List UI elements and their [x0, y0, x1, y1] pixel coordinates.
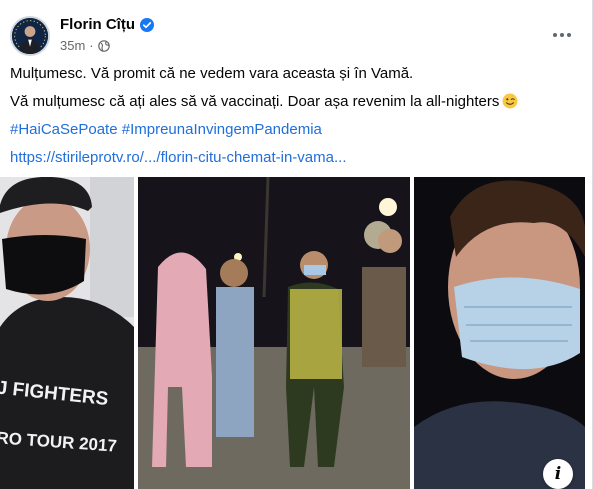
post-text-line-1: Mulțumesc. Vă promit că ne vedem vara ac…: [10, 65, 414, 82]
post-text-line-2-text: Vă mulțumesc că ați ales să vă vaccinați…: [10, 93, 500, 110]
hashtag-link-2[interactable]: #ImpreunaInvingemPandemia: [122, 121, 322, 138]
article-link[interactable]: https://stirileprotv.ro/.../florin-citu-…: [10, 149, 346, 166]
article-link-line: https://stirileprotv.ro/.../florin-citu-…: [10, 148, 585, 176]
meta-separator: ·: [89, 38, 94, 53]
globe-icon: [97, 39, 110, 52]
info-icon[interactable]: i: [543, 459, 573, 489]
photo-masked-young-man[interactable]: i: [414, 177, 585, 489]
post-card: Florin Cîțu 35m · Mulțumesc. Vă promit c…: [0, 0, 593, 489]
winking-face-icon: [502, 93, 518, 109]
author-avatar[interactable]: [10, 16, 50, 56]
photo-masked-man-cap[interactable]: J FIGHTERS RO TOUR 2017: [0, 177, 134, 489]
post-text-line-2: Vă mulțumesc că ați ales să vă vaccinați…: [10, 92, 585, 120]
hashtag-link-1[interactable]: #HaiCaSePoate: [10, 121, 118, 138]
photo-grid: J FIGHTERS RO TOUR 2017 i: [0, 177, 585, 489]
post-text: Mulțumesc. Vă promit că ne vedem vara ac…: [10, 64, 585, 176]
post-header: Florin Cîțu 35m ·: [10, 14, 585, 58]
hashtags-line: #HaiCaSePoate #ImpreunaInvingemPandemia: [10, 120, 585, 148]
more-options-icon[interactable]: [549, 22, 575, 48]
author-name[interactable]: Florin Cîțu: [60, 16, 135, 33]
photo-night-crowd[interactable]: [138, 177, 410, 489]
verified-badge-icon: [140, 17, 154, 32]
post-timestamp[interactable]: 35m: [60, 38, 85, 53]
